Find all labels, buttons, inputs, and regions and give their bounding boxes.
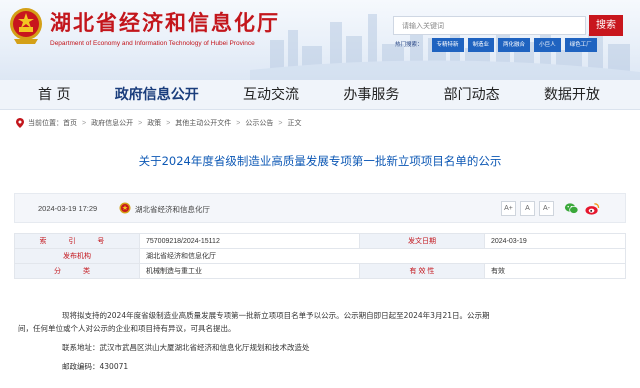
site-header: 湖北省经济和信息化厅 Department of Economy and Inf… (0, 0, 640, 80)
body-paragraph-1: 现将拟支持的2024年度省级制造业高质量发展专项第一批新立项项目名单予以公示。公… (62, 311, 490, 320)
nav-interaction[interactable]: 互动交流 (243, 80, 299, 109)
article-body: 现将拟支持的2024年度省级制造业高质量发展专项第一批新立项项目名单予以公示。公… (18, 309, 586, 377)
search-input[interactable]: 请输入关键词 (393, 16, 586, 35)
hot-link-lianghua[interactable]: 两化融合 (498, 38, 531, 52)
hot-search-label: 热门搜索： (395, 42, 423, 48)
validity-label: 有 效 性 (359, 263, 485, 279)
breadcrumb-gov-info[interactable]: 政府信息公开 (91, 118, 133, 128)
index-number-label: 索 引 号 (14, 233, 140, 249)
location-pin-icon (16, 118, 24, 128)
document-info-table: 索 引 号 757009218/2024-15112 发文日期 2024-03-… (14, 233, 626, 279)
breadcrumb: 当前位置： 首页 > 政府信息公开 > 政策 > 其他主动公开文件 > 公示公告… (0, 110, 640, 136)
publisher-label: 发布机构 (14, 248, 140, 264)
site-title[interactable]: 湖北省经济和信息化厅 (50, 7, 280, 37)
site-subtitle: Department of Economy and Information Te… (50, 40, 255, 47)
body-contact-address: 联系地址：武汉市武昌区洪山大厦湖北省经济和信息化厅规划和技术改造处 (62, 343, 310, 352)
article-title: 关于2024年度省级制造业高质量发展专项第一批新立项项目名单的公示 (138, 154, 502, 168)
nav-gov-info[interactable]: 政府信息公开 (115, 80, 199, 109)
body-postal-code: 邮政编码：430071 (62, 362, 129, 371)
nav-home[interactable]: 首 页 (38, 80, 70, 109)
wechat-icon[interactable] (564, 201, 579, 216)
breadcrumb-other-files[interactable]: 其他主动公开文件 (175, 118, 231, 128)
index-number-value: 757009218/2024-15112 (139, 233, 360, 249)
publish-source: 湖北省经济和信息化厅 (135, 205, 210, 214)
hot-link-zhizaoye[interactable]: 制造业 (467, 38, 495, 52)
hot-search-links: 热门搜索： 专精特新 制造业 两化融合 小巨人 绿色工厂 (390, 38, 601, 52)
breadcrumb-label: 当前位置： (28, 120, 63, 127)
nav-services[interactable]: 办事服务 (343, 80, 399, 109)
hot-link-lvse[interactable]: 绿色工厂 (564, 38, 597, 52)
font-size-normal-button[interactable]: A (520, 201, 535, 216)
breadcrumb-policy[interactable]: 政策 (147, 118, 161, 128)
issue-date-value: 2024-03-19 (484, 233, 626, 249)
breadcrumb-current: 正文 (287, 120, 302, 127)
article-meta-bar: 2024-03-19 17:29 湖北省经济和信息化厅 A+ A A- (14, 193, 626, 223)
hot-link-zhuanjingtexin[interactable]: 专精特新 (431, 38, 464, 52)
publisher-value: 湖北省经济和信息化厅 (139, 248, 626, 264)
department-logo-icon (119, 202, 131, 214)
body-paragraph-1-cont: 间，任何单位或个人对公示的企业和项目持有异议，可具名提出。 (18, 324, 236, 333)
nav-open-data[interactable]: 数据开放 (544, 80, 600, 109)
font-size-up-button[interactable]: A+ (501, 201, 516, 216)
publish-datetime: 2024-03-19 17:29 (38, 204, 98, 213)
category-label: 分 类 (14, 263, 140, 279)
breadcrumb-home[interactable]: 首页 (63, 118, 77, 128)
category-value: 机械制造与重工业 (139, 263, 360, 279)
weibo-icon[interactable] (585, 201, 600, 216)
search-button[interactable]: 搜索 (589, 15, 623, 36)
font-size-down-button[interactable]: A- (539, 201, 554, 216)
issue-date-label: 发文日期 (359, 233, 485, 249)
main-nav: 首 页 政府信息公开 互动交流 办事服务 部门动态 数据开放 (0, 80, 640, 110)
nav-news[interactable]: 部门动态 (444, 80, 500, 109)
hot-link-xiaojuren[interactable]: 小巨人 (534, 38, 561, 52)
breadcrumb-notices[interactable]: 公示公告 (245, 118, 273, 128)
validity-value: 有效 (484, 263, 626, 279)
national-emblem-icon (10, 8, 42, 44)
